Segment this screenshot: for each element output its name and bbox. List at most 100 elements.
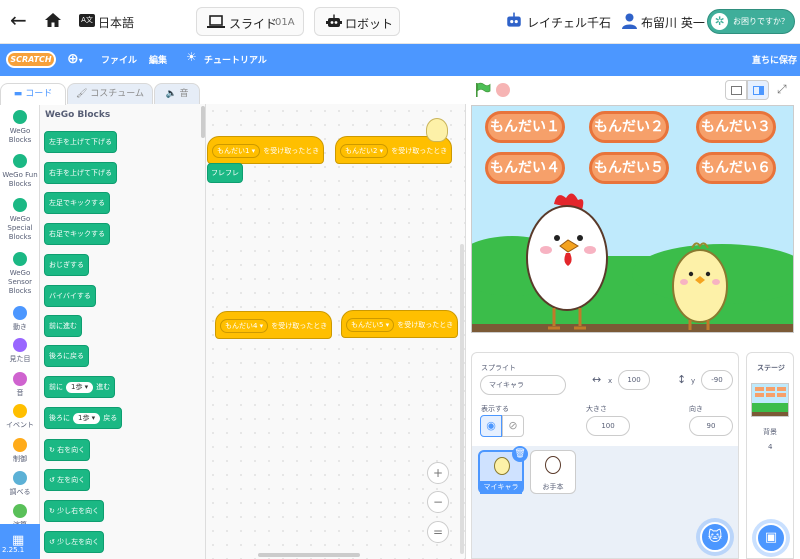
fullscreen-icon[interactable]: ⤢ <box>777 82 787 97</box>
sprite-thumb[interactable]: お手本 <box>530 450 576 494</box>
tab-code[interactable]: ▬ コード <box>0 83 66 105</box>
palette-block[interactable]: 左手を上げて下げる <box>44 131 117 153</box>
normal-stage-button[interactable] <box>747 80 769 100</box>
event-hat-block[interactable]: もんだい1 ▾ を受け取ったとき <box>207 136 325 164</box>
menu-tutorial[interactable]: チュートリアル <box>204 53 267 66</box>
zoom-in-button[interactable]: + <box>427 462 449 484</box>
palette-block[interactable]: 後ろに戻る <box>44 345 89 367</box>
robot-button[interactable]: ロボット <box>314 7 400 36</box>
home-icon[interactable] <box>44 12 62 28</box>
help-button[interactable]: ✲ お困りですか？ <box>707 9 795 34</box>
category-item[interactable]: WeGo Fun Blocks <box>0 154 40 189</box>
menu-file[interactable]: ファイル <box>101 53 137 66</box>
question-button[interactable]: もんだい２ <box>589 111 669 143</box>
category-item[interactable]: 調べる <box>0 471 40 497</box>
palette-block[interactable]: 左足でキックする <box>44 192 110 214</box>
category-item[interactable]: WeGo Sensor Blocks <box>0 252 40 296</box>
step-dropdown[interactable]: 1歩 ▾ <box>73 413 101 424</box>
category-item[interactable]: 制御 <box>0 438 40 464</box>
add-sprite-button[interactable]: 🐱 <box>700 522 730 552</box>
translate-icon[interactable]: A文 <box>79 14 95 27</box>
palette-block[interactable]: ↺ 左を向く <box>44 469 91 491</box>
zoom-out-button[interactable]: − <box>427 491 449 513</box>
backdrop-count: 4 <box>768 443 773 451</box>
palette-block[interactable]: ↻ 右を向く <box>44 439 91 461</box>
image-add-icon: ▣ <box>764 530 778 545</box>
language-label[interactable]: 日本語 <box>98 14 134 31</box>
palette-block[interactable]: 後ろに 1歩 ▾ 戻る <box>44 407 123 429</box>
add-backdrop-button[interactable]: ▣ <box>756 523 786 553</box>
palette-block[interactable]: 右手を上げて下げる <box>44 162 117 184</box>
question-button[interactable]: もんだい３ <box>696 111 776 143</box>
chicken-sprite[interactable] <box>524 190 610 333</box>
stage-selector-panel[interactable]: ステージ 背景 4 ▣ <box>746 352 794 559</box>
small-stage-icon <box>731 86 742 95</box>
event-hat-block[interactable]: もんだい4 ▾ を受け取ったとき <box>215 311 333 339</box>
question-button[interactable]: もんだい４ <box>485 152 565 184</box>
message-dropdown[interactable]: もんだい4 ▾ <box>220 319 269 333</box>
category-item[interactable]: 動き <box>0 306 40 332</box>
show-visible-button[interactable]: ◉ <box>480 415 502 437</box>
palette-block[interactable]: 右足でキックする <box>44 223 110 245</box>
code-workspace[interactable]: もんだい1 ▾ を受け取ったとき もんだい2 ▾ を受け取ったとき フレフレ もんだ… <box>206 104 466 559</box>
event-hat-block[interactable]: もんだい5 ▾ を受け取ったとき <box>341 310 459 338</box>
message-dropdown[interactable]: もんだい1 ▾ <box>212 144 261 158</box>
delete-sprite-button[interactable]: 🗑 <box>512 446 528 462</box>
palette-block[interactable]: ↻ 少し右を向く <box>44 500 105 522</box>
palette-block[interactable]: バイバイする <box>44 285 96 307</box>
palette-scrollbar[interactable] <box>201 106 205 138</box>
stack-block[interactable]: フレフレ <box>207 163 243 183</box>
zoom-reset-button[interactable]: = <box>427 521 449 543</box>
category-item[interactable]: イベント <box>0 404 40 430</box>
message-dropdown[interactable]: もんだい2 ▾ <box>340 144 389 158</box>
tab-sound[interactable]: 🔈 音 <box>154 83 200 105</box>
chicken-thumb-icon <box>545 456 561 474</box>
category-item[interactable]: WeGo Blocks <box>0 110 40 145</box>
category-item[interactable]: 音 <box>0 372 40 398</box>
palette-block[interactable]: 前に進む <box>44 315 82 337</box>
question-button[interactable]: もんだい６ <box>696 152 776 184</box>
size-field[interactable]: 100 <box>586 416 630 436</box>
category-dot <box>13 306 27 320</box>
scratch-logo[interactable]: SCRATCH <box>6 51 56 68</box>
sprite-avatar-icon <box>426 118 448 142</box>
stop-icon[interactable] <box>496 83 510 97</box>
question-button[interactable]: もんだい５ <box>589 152 669 184</box>
show-hidden-button[interactable]: ⊘ <box>502 415 524 437</box>
x-field[interactable]: 100 <box>618 370 650 390</box>
student-name[interactable]: 布留川 英一 <box>641 14 705 31</box>
y-field[interactable]: -90 <box>701 370 733 390</box>
palette-block[interactable]: 前に 1歩 ▾ 進む <box>44 376 116 398</box>
globe-icon[interactable]: ⊕▾ <box>67 50 83 70</box>
y-arrow-icon: ↕ <box>677 373 687 386</box>
sprite-name-field[interactable]: マイキャラ <box>480 375 566 395</box>
palette-block[interactable]: ↺ 少し左を向く <box>44 531 105 553</box>
step-dropdown[interactable]: 1歩 ▾ <box>66 382 94 393</box>
menu-edit[interactable]: 編集 <box>149 53 167 66</box>
green-flag-icon[interactable] <box>475 82 491 98</box>
category-dot <box>13 504 27 518</box>
small-stage-button[interactable] <box>725 80 747 100</box>
teacher-name[interactable]: レイチェル千石 <box>527 14 611 31</box>
category-item[interactable]: 見た目 <box>0 338 40 364</box>
direction-value: 90 <box>706 422 716 430</box>
stage-canvas[interactable]: もんだい１ もんだい２ もんだい３ もんだい４ もんだい５ もんだい６ <box>471 105 794 333</box>
slide-button[interactable]: スライド 01A <box>196 7 304 36</box>
back-arrow-icon[interactable]: ← <box>10 10 27 30</box>
category-item[interactable]: WeGo Special Blocks <box>0 198 40 242</box>
save-now-button[interactable]: 直ちに保存 <box>752 53 797 66</box>
palette-title: WeGo Blocks <box>45 110 111 120</box>
workspace-scrollbar-h[interactable] <box>258 553 360 557</box>
laptop-icon <box>207 15 225 28</box>
block-text: おじぎする <box>49 261 84 269</box>
workspace-scrollbar-v[interactable] <box>460 244 464 554</box>
category-dot <box>13 110 27 124</box>
chick-sprite[interactable] <box>670 240 730 333</box>
question-button[interactable]: もんだい１ <box>485 111 565 143</box>
message-dropdown[interactable]: もんだい5 ▾ <box>346 318 395 332</box>
tab-costume[interactable]: 🖌 コスチューム <box>67 83 153 105</box>
gear-icon: ✲ <box>711 13 728 30</box>
block-text: 右足でキックする <box>49 230 105 238</box>
palette-block[interactable]: おじぎする <box>44 254 89 276</box>
direction-field[interactable]: 90 <box>689 416 733 436</box>
